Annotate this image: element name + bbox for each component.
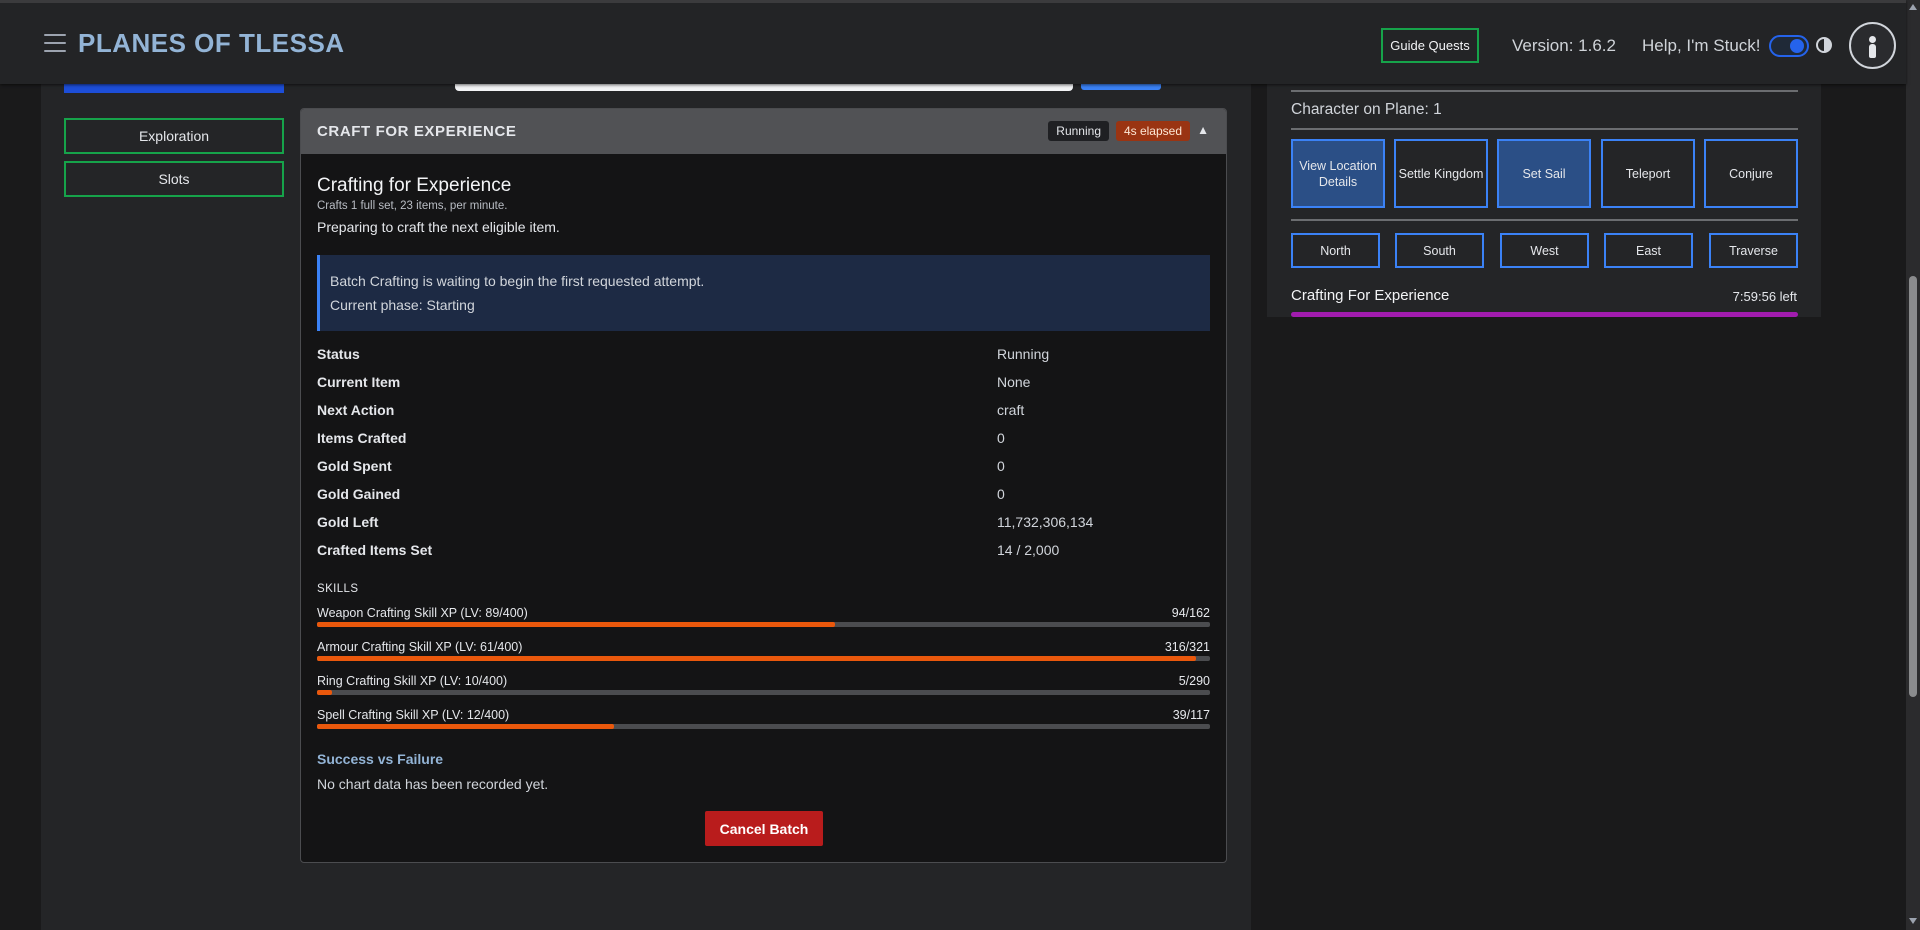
scrollbar-thumb[interactable] [1909, 276, 1917, 697]
stat-value: 0 [997, 430, 1005, 446]
skill-progress-fill [317, 690, 333, 695]
skill-value: 94/162 [1171, 606, 1210, 620]
top-navbar: PLANES OF TLESSA Guide Quests Version: 1… [0, 0, 1906, 84]
user-avatar-icon[interactable] [1849, 22, 1896, 69]
stat-row: Gold Gained 0 [317, 486, 1210, 506]
guide-quests-button[interactable]: Guide Quests [1381, 28, 1479, 63]
stat-row: Status Running [317, 346, 1210, 366]
crafting-subtitle: Crafts 1 full set, 23 items, per minute. [317, 200, 508, 212]
skill-progress-fill [317, 656, 1196, 661]
text-input-partial[interactable] [455, 84, 1073, 91]
card-header[interactable]: CRAFT FOR EXPERIENCE Running 4s elapsed … [301, 109, 1226, 154]
crafting-timer-bar [1291, 312, 1798, 317]
status-badge: Running [1048, 121, 1109, 141]
stat-label: Gold Spent [317, 458, 392, 474]
stat-row: Next Action craft [317, 402, 1210, 422]
skill-armour: Armour Crafting Skill XP (LV: 61/400) 31… [317, 640, 1210, 668]
crafting-title: Crafting for Experience [317, 175, 512, 196]
crafting-timer-label: Crafting For Experience [1291, 287, 1450, 304]
skill-value: 39/117 [1172, 708, 1210, 722]
crafting-preparing-text: Preparing to craft the next eligible ite… [317, 219, 560, 235]
collapse-arrow-icon[interactable]: ▲ [1197, 123, 1209, 137]
south-button[interactable]: South [1395, 233, 1484, 268]
teleport-button[interactable]: Teleport [1601, 139, 1695, 208]
scroll-down-arrow-icon[interactable] [1909, 918, 1917, 924]
card-header-title: CRAFT FOR EXPERIENCE [317, 123, 517, 140]
batch-info-box: Batch Crafting is waiting to begin the f… [317, 255, 1210, 331]
contrast-icon[interactable] [1816, 37, 1832, 53]
stat-value: 0 [997, 486, 1005, 502]
stat-value: 0 [997, 458, 1005, 474]
info-line-waiting: Batch Crafting is waiting to begin the f… [330, 273, 705, 289]
conjure-button[interactable]: Conjure [1704, 139, 1798, 208]
settle-kingdom-button[interactable]: Settle Kingdom [1394, 139, 1488, 208]
stat-row: Crafted Items Set 14 / 2,000 [317, 542, 1210, 562]
stat-label: Next Action [317, 402, 395, 418]
craft-for-experience-card: CRAFT FOR EXPERIENCE Running 4s elapsed … [300, 108, 1227, 863]
north-button[interactable]: North [1291, 233, 1380, 268]
no-chart-data-text: No chart data has been recorded yet. [317, 776, 549, 792]
stat-row: Items Crafted 0 [317, 430, 1210, 450]
skill-value: 5/290 [1178, 674, 1210, 688]
stat-value: None [997, 374, 1031, 390]
primary-action-button-partial[interactable] [64, 84, 284, 93]
crafting-timer-remaining: 7:59:56 left [1732, 289, 1797, 304]
east-button[interactable]: East [1604, 233, 1693, 268]
stat-row: Current Item None [317, 374, 1210, 394]
toggle-knob [1790, 39, 1804, 53]
page-scrollbar[interactable] [1906, 0, 1920, 930]
exploration-button[interactable]: Exploration [64, 118, 284, 154]
success-vs-failure-heading: Success vs Failure [317, 751, 444, 767]
theme-toggle[interactable] [1769, 35, 1809, 57]
skill-progress-track [317, 724, 1210, 729]
stat-row: Gold Left 11,732,306,134 [317, 514, 1210, 534]
skill-label: Weapon Crafting Skill XP (LV: 89/400) [317, 606, 528, 620]
stat-value: 14 / 2,000 [997, 542, 1060, 558]
character-plane-label: Character on Plane: 1 [1291, 101, 1442, 118]
skill-progress-track [317, 622, 1210, 627]
skill-label: Ring Crafting Skill XP (LV: 10/400) [317, 674, 508, 688]
divider [1291, 219, 1798, 221]
stat-label: Status [317, 346, 360, 362]
cancel-batch-button[interactable]: Cancel Batch [705, 811, 823, 846]
skill-label: Armour Crafting Skill XP (LV: 61/400) [317, 640, 523, 654]
skill-progress-fill [317, 622, 835, 627]
stat-label: Crafted Items Set [317, 542, 433, 558]
hamburger-menu-icon[interactable] [44, 34, 66, 52]
info-line-phase: Current phase: Starting [330, 297, 475, 313]
traverse-button[interactable]: Traverse [1709, 233, 1798, 268]
skill-label: Spell Crafting Skill XP (LV: 12/400) [317, 708, 510, 722]
stat-label: Gold Gained [317, 486, 401, 502]
stat-label: Items Crafted [317, 430, 407, 446]
divider [1291, 128, 1798, 130]
west-button[interactable]: West [1500, 233, 1589, 268]
stat-value: Running [997, 346, 1050, 362]
help-stuck-link[interactable]: Help, I'm Stuck! [1642, 36, 1761, 56]
skill-progress-track [317, 656, 1210, 661]
scroll-up-arrow-icon[interactable] [1909, 4, 1917, 10]
skill-progress-track [317, 690, 1210, 695]
stat-label: Current Item [317, 374, 401, 390]
skill-progress-fill [317, 724, 615, 729]
elapsed-badge: 4s elapsed [1115, 121, 1190, 141]
stat-row: Gold Spent 0 [317, 458, 1210, 478]
skill-spell: Spell Crafting Skill XP (LV: 12/400) 39/… [317, 708, 1210, 736]
slots-button[interactable]: Slots [64, 161, 284, 197]
submit-button-partial[interactable] [1081, 84, 1161, 90]
brand-title[interactable]: PLANES OF TLESSA [78, 28, 345, 59]
stat-label: Gold Left [317, 514, 379, 530]
stat-value: 11,732,306,134 [997, 514, 1094, 530]
skill-value: 316/321 [1164, 640, 1210, 654]
divider [1291, 90, 1798, 92]
stat-value: craft [997, 402, 1025, 418]
version-label: Version: 1.6.2 [1512, 36, 1616, 55]
view-location-details-button[interactable]: View Location Details [1291, 139, 1385, 208]
set-sail-button[interactable]: Set Sail [1497, 139, 1591, 208]
map-actions-panel: Character on Plane: 1 View Location Deta… [1267, 84, 1821, 317]
skills-heading: SKILLS [317, 583, 359, 595]
skill-weapon: Weapon Crafting Skill XP (LV: 89/400) 94… [317, 606, 1210, 634]
skill-ring: Ring Crafting Skill XP (LV: 10/400) 5/29… [317, 674, 1210, 702]
